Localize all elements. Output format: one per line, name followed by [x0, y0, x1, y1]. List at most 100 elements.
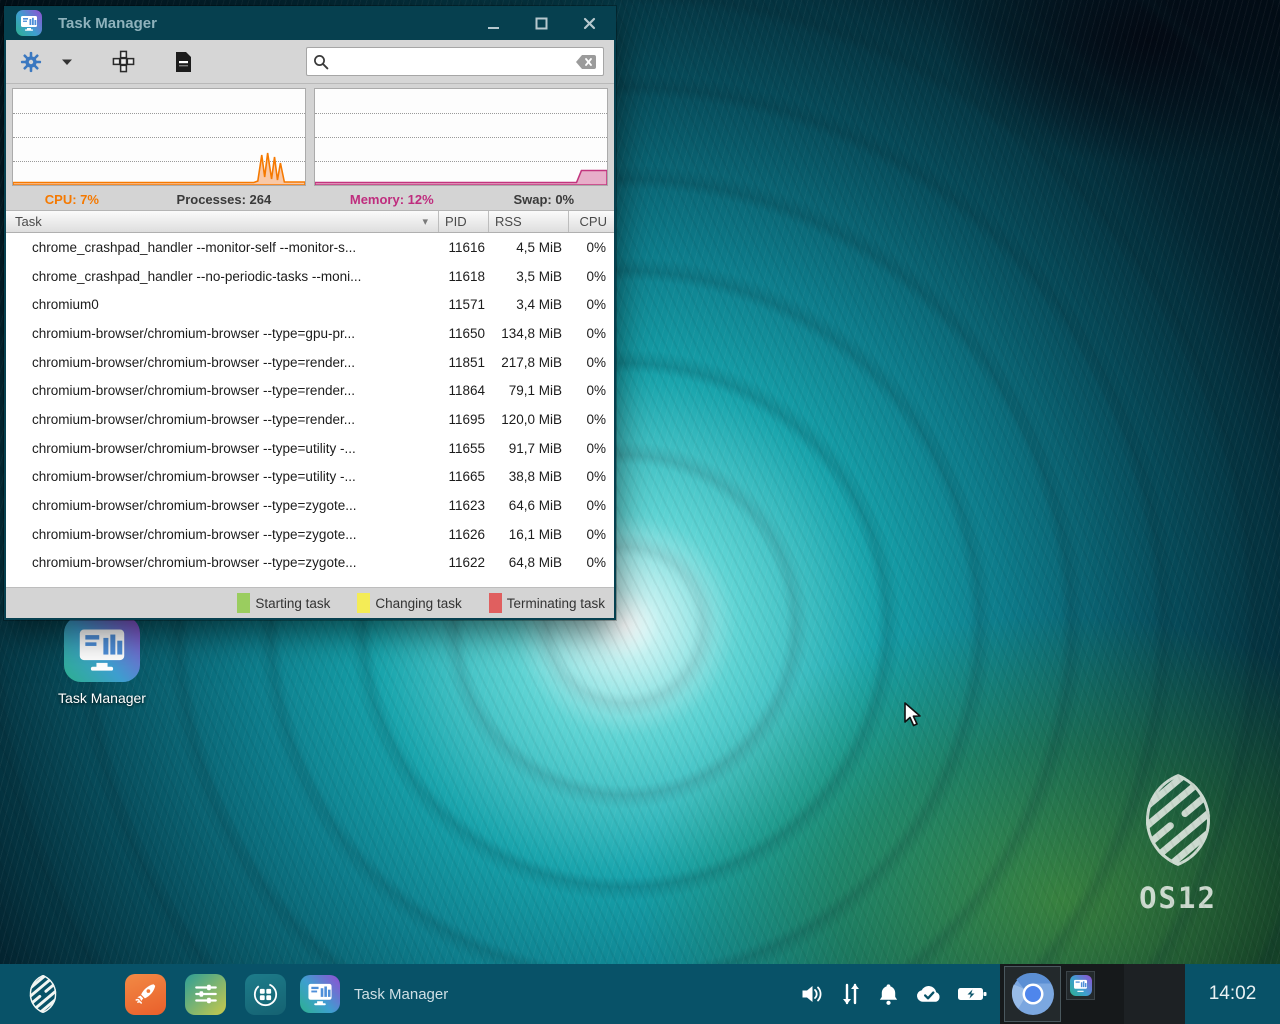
- battery-icon[interactable]: [957, 985, 987, 1003]
- column-header-rss[interactable]: RSS: [488, 211, 568, 232]
- legend-starting-task: Starting task: [237, 593, 330, 613]
- cell-cpu: 0%: [568, 441, 614, 456]
- cell-task: chrome_crashpad_handler --monitor-self -…: [6, 240, 438, 255]
- memory-history-sparkline: [315, 89, 607, 185]
- cell-cpu: 0%: [568, 269, 614, 284]
- details-button[interactable]: [168, 46, 198, 78]
- volume-icon[interactable]: [800, 983, 825, 1005]
- sliders-icon: [193, 981, 219, 1007]
- search-box: [306, 47, 604, 76]
- rocket-launcher-button[interactable]: [125, 974, 166, 1015]
- cell-cpu: 0%: [568, 297, 614, 312]
- search-input[interactable]: [333, 53, 571, 70]
- table-row[interactable]: chromium-browser/chromium-browser --type…: [6, 434, 614, 463]
- table-row[interactable]: chromium-browser/chromium-browser --type…: [6, 376, 614, 405]
- notifications-bell-icon[interactable]: [877, 982, 900, 1006]
- cpu-status: CPU: 7%: [45, 192, 99, 207]
- window-app-icon: [16, 10, 42, 36]
- task-manager-desktop-icon: [64, 616, 140, 682]
- column-header-pid[interactable]: PID: [438, 211, 488, 232]
- table-row[interactable]: chromium-browser/chromium-browser --type…: [6, 491, 614, 520]
- legend-terminating-task: Terminating task: [489, 593, 605, 613]
- app-grid-button[interactable]: [245, 974, 286, 1015]
- system-tray: [800, 964, 987, 1024]
- settings-button[interactable]: [16, 46, 46, 78]
- cell-pid: 11864: [438, 383, 488, 398]
- cell-cpu: 0%: [568, 527, 614, 542]
- clear-search-icon[interactable]: [575, 54, 597, 70]
- legend-changing-task: Changing task: [357, 593, 461, 613]
- table-row[interactable]: chromium-browser/chromium-browser --type…: [6, 520, 614, 549]
- rocket-icon: [133, 981, 159, 1007]
- maximize-button[interactable]: [532, 14, 550, 32]
- column-header-cpu[interactable]: CPU: [568, 211, 614, 232]
- cell-task: chromium0: [6, 297, 438, 312]
- cell-task: chrome_crashpad_handler --no-periodic-ta…: [6, 269, 438, 284]
- sort-arrow-icon: ▾: [422, 215, 428, 228]
- cell-rss: 3,4 MiB: [488, 297, 568, 312]
- cell-cpu: 0%: [568, 383, 614, 398]
- cell-rss: 38,8 MiB: [488, 469, 568, 484]
- table-row[interactable]: chrome_crashpad_handler --no-periodic-ta…: [6, 262, 614, 291]
- cpu-history-sparkline: [13, 89, 305, 185]
- task-manager-icon: [20, 15, 38, 31]
- cell-cpu: 0%: [568, 469, 614, 484]
- move-process-button[interactable]: [108, 46, 138, 78]
- chromium-tray-button[interactable]: [1004, 966, 1061, 1022]
- cell-rss: 3,5 MiB: [488, 269, 568, 284]
- taskbar: Task Manager: [0, 964, 1280, 1024]
- table-row[interactable]: chromium-browser/chromium-browser --type…: [6, 319, 614, 348]
- tray-divider: [1124, 964, 1185, 1024]
- legend-bar: Starting task Changing task Terminating …: [6, 587, 614, 618]
- os-brand-logo: OS12: [1132, 772, 1224, 915]
- table-row[interactable]: chromium-browser/chromium-browser --type…: [6, 348, 614, 377]
- app-grid-icon: [252, 981, 279, 1008]
- taskbar-window-button[interactable]: Task Manager: [296, 969, 462, 1019]
- taskbar-clock[interactable]: 14:02: [1185, 964, 1280, 1024]
- cell-task: chromium-browser/chromium-browser --type…: [6, 498, 438, 513]
- cell-pid: 11851: [438, 355, 488, 370]
- cell-rss: 79,1 MiB: [488, 383, 568, 398]
- network-traffic-icon[interactable]: [840, 982, 862, 1006]
- cell-pid: 11650: [438, 326, 488, 341]
- search-icon: [313, 54, 329, 70]
- desktop-shortcut-task-manager[interactable]: Task Manager: [32, 616, 172, 706]
- cell-task: chromium-browser/chromium-browser --type…: [6, 383, 438, 398]
- cell-task: chromium-browser/chromium-browser --type…: [6, 555, 438, 570]
- column-header-task[interactable]: Task ▾: [6, 211, 438, 232]
- cell-pid: 11655: [438, 441, 488, 456]
- cloud-sync-icon[interactable]: [915, 984, 942, 1004]
- mouse-cursor: [903, 702, 925, 728]
- cell-pid: 11623: [438, 498, 488, 513]
- memory-graph: [314, 88, 608, 186]
- task-manager-tray-button[interactable]: [1066, 971, 1095, 1000]
- task-table-body: chrome_crashpad_handler --monitor-self -…: [6, 233, 614, 587]
- table-row[interactable]: chromium-browser/chromium-browser --type…: [6, 549, 614, 578]
- cell-cpu: 0%: [568, 326, 614, 341]
- tray-dark-section: [1000, 964, 1185, 1024]
- cell-rss: 217,8 MiB: [488, 355, 568, 370]
- window-title: Task Manager: [58, 15, 157, 32]
- gear-icon: [20, 51, 42, 73]
- cell-cpu: 0%: [568, 355, 614, 370]
- memory-status: Memory: 12%: [350, 192, 434, 207]
- table-row[interactable]: chromium0115713,4 MiB0%: [6, 290, 614, 319]
- titlebar[interactable]: Task Manager: [6, 6, 614, 40]
- cell-rss: 64,6 MiB: [488, 498, 568, 513]
- desktop-icon-label: Task Manager: [32, 690, 172, 706]
- table-row[interactable]: chrome_crashpad_handler --monitor-self -…: [6, 233, 614, 262]
- cell-rss: 91,7 MiB: [488, 441, 568, 456]
- close-button[interactable]: [580, 14, 598, 32]
- status-bar: CPU: 7% Processes: 264 Memory: 12% Swap:…: [6, 188, 614, 210]
- table-row[interactable]: chromium-browser/chromium-browser --type…: [6, 405, 614, 434]
- task-manager-tray-icon: [1070, 975, 1092, 996]
- cpu-graph: [12, 88, 306, 186]
- cell-rss: 16,1 MiB: [488, 527, 568, 542]
- chevron-down-icon: [61, 58, 73, 66]
- document-icon: [174, 51, 193, 73]
- os-menu-button[interactable]: [22, 974, 63, 1015]
- settings-sliders-button[interactable]: [185, 974, 226, 1015]
- minimize-button[interactable]: [484, 14, 502, 32]
- table-row[interactable]: chromium-browser/chromium-browser --type…: [6, 463, 614, 492]
- settings-dropdown-button[interactable]: [52, 46, 82, 78]
